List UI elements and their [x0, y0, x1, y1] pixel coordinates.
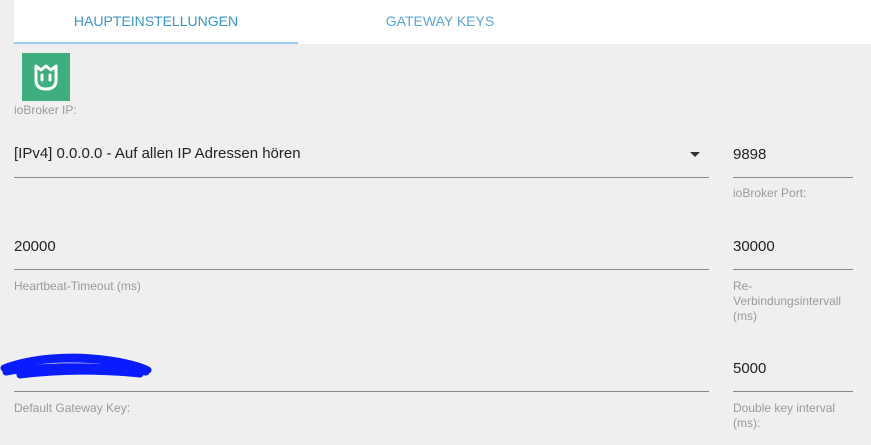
double-key-interval-label-line1: Double key interval	[733, 401, 836, 415]
double-key-interval-label-line2: (ms):	[733, 416, 761, 430]
double-key-interval-input[interactable]: 5000	[733, 360, 766, 378]
tab-bar: HAUPTEINSTELLUNGEN GATEWAY KEYS	[14, 0, 871, 44]
iobroker-ip-select[interactable]: [IPv4] 0.0.0.0 - Auf allen IP Adressen h…	[14, 145, 301, 163]
mi-home-logo-icon	[22, 53, 70, 101]
redaction-scribble	[0, 353, 152, 379]
iobroker-port-label: ioBroker Port:	[733, 186, 807, 200]
tab-main-settings[interactable]: HAUPTEINSTELLUNGEN	[14, 0, 298, 44]
reconnect-interval-label-line3: (ms)	[733, 309, 757, 323]
default-gateway-key-label: Default Gateway Key:	[14, 401, 131, 415]
iobroker-ip-underline	[14, 177, 709, 178]
tab-gateway-keys[interactable]: GATEWAY KEYS	[298, 0, 582, 44]
active-tab-indicator	[14, 42, 298, 44]
iobroker-port-input[interactable]: 9898	[733, 146, 766, 164]
reconnect-interval-label-line2: Verbindungsintervall	[733, 294, 842, 308]
reconnect-interval-label-line1: Re-	[733, 279, 753, 293]
iobroker-ip-label: ioBroker IP:	[14, 103, 77, 117]
reconnect-interval-underline	[733, 269, 853, 270]
default-gateway-key-underline	[14, 391, 709, 392]
dropdown-arrow-icon[interactable]	[690, 152, 700, 157]
heartbeat-timeout-label: Heartbeat-Timeout (ms)	[14, 279, 141, 293]
iobroker-port-underline	[733, 177, 853, 178]
heartbeat-timeout-input[interactable]: 20000	[14, 238, 56, 256]
heartbeat-timeout-underline	[14, 269, 709, 270]
double-key-interval-underline	[733, 391, 853, 392]
reconnect-interval-input[interactable]: 30000	[733, 238, 775, 256]
